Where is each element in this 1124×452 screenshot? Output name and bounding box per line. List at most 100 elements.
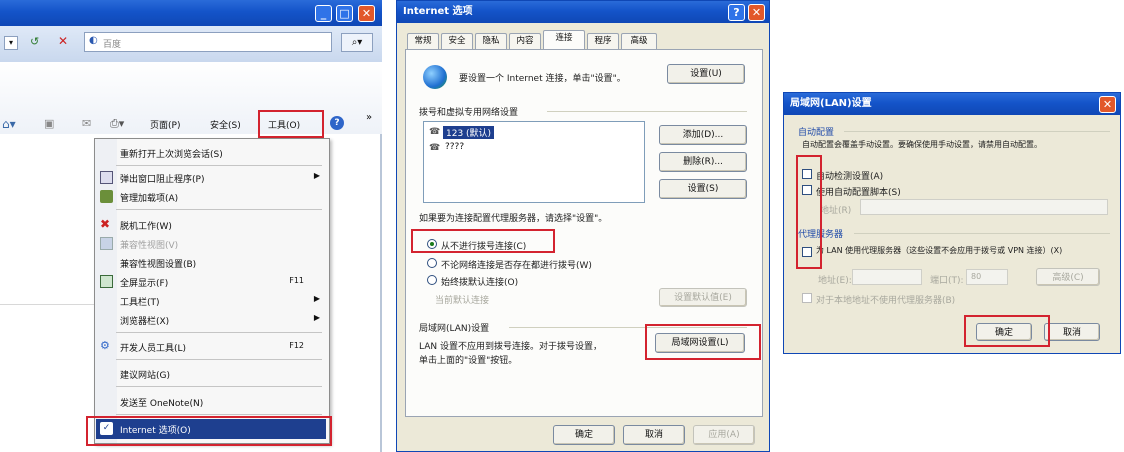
menu-item-suggested-sites[interactable]: 建议网站(G) bbox=[96, 364, 326, 384]
script-address-field[interactable] bbox=[860, 199, 1108, 215]
maximize-button[interactable]: □ bbox=[336, 5, 353, 22]
help-icon[interactable]: ? bbox=[330, 116, 344, 130]
never-dial-highlight bbox=[411, 229, 555, 253]
menu-item-compat-settings[interactable]: 兼容性视图设置(B) bbox=[96, 253, 326, 273]
close-button[interactable]: ✕ bbox=[1099, 96, 1116, 113]
help-button[interactable]: ? bbox=[728, 4, 745, 21]
ok-button[interactable]: 确定 bbox=[553, 425, 615, 445]
menu-item-manage-addons[interactable]: 管理加载项(A) bbox=[96, 187, 326, 207]
compat-icon bbox=[100, 237, 113, 250]
radio-always-dial-label: 始终拨默认连接(O) bbox=[441, 278, 519, 288]
page-menu[interactable]: 页面(P) bbox=[150, 118, 180, 131]
menu-label: 全屏显示(F) bbox=[120, 279, 169, 289]
menu-separator bbox=[116, 359, 322, 360]
lan-group-label: 局域网(LAN)设置 bbox=[419, 324, 490, 334]
dialup-group-label: 拨号和虚拟专用网络设置 bbox=[419, 108, 519, 118]
ie-window: _ □ ✕ ▾ ↺ ✕ ◐ 百度 ⌕▾ ⌂▾ ▣ ✉ ⎙▾ 页面(P) 安全(S… bbox=[0, 0, 382, 452]
apply-button[interactable]: 应用(A) bbox=[693, 425, 755, 445]
menu-separator bbox=[116, 332, 322, 333]
minimize-button[interactable]: _ bbox=[315, 5, 332, 22]
search-input[interactable]: ◐ 百度 bbox=[84, 32, 332, 52]
menu-item-devtools[interactable]: ⚙ 开发人员工具(L) F12 bbox=[96, 337, 326, 357]
command-bar bbox=[0, 62, 382, 134]
mail-icon[interactable]: ✉ bbox=[82, 117, 91, 130]
tools-menu-highlight bbox=[258, 110, 324, 138]
stop-icon[interactable]: ✕ bbox=[58, 34, 68, 48]
set-default-button[interactable]: 设置默认值(E) bbox=[659, 288, 747, 307]
radio-dial-no-network[interactable] bbox=[427, 258, 437, 268]
proxy-port-field[interactable]: 80 bbox=[966, 269, 1008, 285]
home-icon[interactable]: ⌂▾ bbox=[2, 117, 16, 131]
menu-label: 建议网站(G) bbox=[120, 371, 170, 381]
add-button[interactable]: 添加(D)... bbox=[659, 125, 747, 145]
internet-options-dialog: Internet 选项 ? ✕ 常规 安全 隐私 内容 连接 程序 高级 要设置… bbox=[396, 0, 770, 452]
close-button[interactable]: ✕ bbox=[748, 4, 765, 21]
group-divider bbox=[854, 233, 1110, 234]
menu-shortcut: F12 bbox=[289, 341, 304, 350]
auto-config-description: 自动配置会覆盖手动设置。要确保使用手动设置，请禁用自动配置。 bbox=[802, 140, 1042, 149]
connection-item-default[interactable]: 123 (默认) bbox=[443, 126, 495, 139]
close-button[interactable]: ✕ bbox=[358, 5, 375, 22]
tab-connections[interactable]: 连接 bbox=[543, 30, 585, 50]
auto-config-group-label: 自动配置 bbox=[798, 128, 835, 138]
feeds-icon[interactable]: ▣ bbox=[44, 117, 54, 130]
submenu-arrow-icon: ▶ bbox=[313, 171, 320, 180]
tab-security[interactable]: 安全 bbox=[441, 33, 473, 49]
tab-programs[interactable]: 程序 bbox=[587, 33, 619, 49]
lan-titlebar: 局域网(LAN)设置 bbox=[784, 93, 1120, 115]
current-default-label: 当前默认连接 bbox=[435, 296, 490, 306]
lan-description-line1: LAN 设置不应用到拨号连接。对于拨号设置， bbox=[419, 342, 602, 352]
remove-button[interactable]: 删除(R)... bbox=[659, 152, 747, 172]
menu-label: 重新打开上次浏览会话(S) bbox=[120, 150, 223, 160]
search-icon[interactable]: ⌕▾ bbox=[341, 33, 373, 52]
safety-menu[interactable]: 安全(S) bbox=[210, 118, 241, 131]
menu-item-explorer-bars[interactable]: 浏览器栏(X) ▶ bbox=[96, 310, 326, 330]
lan-cancel-button[interactable]: 取消 bbox=[1044, 323, 1100, 341]
proxy-address-field[interactable] bbox=[852, 269, 922, 285]
menu-label: 发送至 OneNote(N) bbox=[120, 399, 204, 409]
devtools-icon: ⚙ bbox=[100, 339, 110, 352]
group-divider bbox=[844, 131, 1110, 132]
menu-item-toolbars[interactable]: 工具栏(T) ▶ bbox=[96, 291, 326, 311]
search-engine-icon: ◐ bbox=[89, 35, 98, 46]
settings-button[interactable]: 设置(S) bbox=[659, 179, 747, 199]
port-value: 80 bbox=[971, 272, 982, 281]
connection-item[interactable]: ???? bbox=[445, 142, 464, 152]
tab-advanced[interactable]: 高级 bbox=[621, 33, 657, 49]
menu-item-popup-blocker[interactable]: 弹出窗口阻止程序(P) ▶ bbox=[96, 168, 326, 188]
page-line bbox=[0, 304, 96, 305]
addons-icon bbox=[100, 190, 113, 203]
print-icon[interactable]: ⎙▾ bbox=[110, 117, 124, 131]
menu-label: 兼容性视图设置(B) bbox=[120, 260, 197, 270]
tab-general[interactable]: 常规 bbox=[407, 33, 439, 49]
tab-privacy[interactable]: 隐私 bbox=[475, 33, 507, 49]
menu-item-reopen-session[interactable]: 重新打开上次浏览会话(S) bbox=[96, 143, 326, 163]
advanced-button[interactable]: 高级(C) bbox=[1036, 268, 1100, 286]
proxy-checkbox-label: 为 LAN 使用代理服务器（这些设置不会应用于拨号或 VPN 连接）(X) bbox=[816, 246, 1063, 255]
menu-item-send-onenote[interactable]: 发送至 OneNote(N) bbox=[96, 392, 326, 412]
setup-button[interactable]: 设置(U) bbox=[667, 64, 745, 84]
dropdown-arrow-icon[interactable]: ▾ bbox=[4, 36, 18, 50]
menu-label: 工具栏(T) bbox=[120, 298, 160, 308]
auto-detect-label: 自动检测设置(A) bbox=[816, 172, 884, 182]
tab-content[interactable]: 内容 bbox=[509, 33, 541, 49]
menu-shortcut: F11 bbox=[289, 276, 304, 285]
bypass-local-checkbox[interactable] bbox=[802, 293, 812, 303]
cancel-button[interactable]: 取消 bbox=[623, 425, 685, 445]
menu-item-work-offline[interactable]: ✖ 脱机工作(W) bbox=[96, 215, 326, 235]
group-divider bbox=[547, 111, 747, 112]
globe-icon bbox=[423, 65, 447, 89]
overflow-icon[interactable]: » bbox=[366, 112, 372, 123]
proxy-hint: 如果要为连接配置代理服务器，请选择"设置"。 bbox=[419, 214, 608, 224]
setup-text: 要设置一个 Internet 连接，单击"设置"。 bbox=[459, 74, 626, 84]
menu-item-compat-view[interactable]: 兼容性视图(V) bbox=[96, 234, 326, 254]
search-placeholder: 百度 bbox=[103, 40, 122, 50]
radio-always-dial[interactable] bbox=[427, 275, 437, 285]
menu-item-fullscreen[interactable]: 全屏显示(F) F11 bbox=[96, 272, 326, 292]
page-content bbox=[0, 140, 96, 452]
refresh-icon[interactable]: ↺ bbox=[30, 35, 39, 48]
menu-separator bbox=[116, 386, 322, 387]
menu-separator bbox=[116, 165, 322, 166]
connection-icon: ☎ bbox=[429, 127, 441, 137]
script-address-label: 地址(R) bbox=[820, 206, 852, 216]
